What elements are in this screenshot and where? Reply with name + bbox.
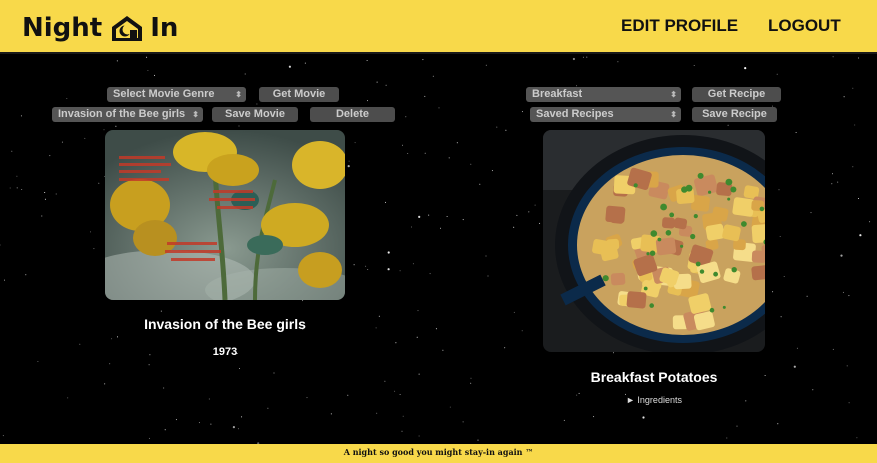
save-movie-button[interactable]: Save Movie [212, 107, 298, 122]
meal-type-select-value: Breakfast [532, 88, 583, 100]
recipe-image [543, 130, 765, 352]
movie-genre-select-value: Select Movie Genre [113, 88, 215, 100]
meal-type-select[interactable]: Breakfast ⬍ [526, 87, 681, 102]
get-movie-button[interactable]: Get Movie [259, 87, 339, 102]
edit-profile-link[interactable]: EDIT PROFILE [621, 16, 738, 36]
movie-title: Invasion of the Bee girls [144, 316, 306, 332]
select-arrows-icon: ⬍ [670, 90, 677, 99]
logout-link[interactable]: LOGOUT [768, 16, 841, 36]
movie-year: 1973 [212, 346, 238, 358]
movie-poster-image [105, 130, 345, 300]
get-recipe-button[interactable]: Get Recipe [692, 87, 781, 102]
ingredients-toggle[interactable]: ► Ingredients [543, 395, 765, 405]
footer-tagline: A night so good you might stay-in again … [0, 444, 877, 463]
select-arrows-icon: ⬍ [192, 110, 199, 119]
recipe-title: Breakfast Potatoes [590, 369, 718, 385]
house-logo-icon [112, 16, 143, 41]
movie-genre-select[interactable]: Select Movie Genre ⬍ [107, 87, 246, 102]
logo-text-in: In [150, 13, 179, 43]
saved-movies-select-value: Invasion of the Bee girls [58, 108, 186, 120]
saved-recipes-select-value: Saved Recipes [536, 108, 614, 120]
top-nav-bar: Night In EDIT PROFILE LOGOUT [0, 0, 877, 54]
select-arrows-icon: ⬍ [235, 90, 242, 99]
saved-recipes-select[interactable]: Saved Recipes ⬍ [530, 107, 681, 122]
delete-movie-button[interactable]: Delete [310, 107, 395, 122]
app-logo[interactable]: Night In [22, 10, 178, 46]
saved-movies-select[interactable]: Invasion of the Bee girls ⬍ [52, 107, 203, 122]
logo-text-night: Night [22, 13, 103, 43]
save-recipe-button[interactable]: Save Recipe [692, 107, 777, 122]
select-arrows-icon: ⬍ [670, 110, 677, 119]
